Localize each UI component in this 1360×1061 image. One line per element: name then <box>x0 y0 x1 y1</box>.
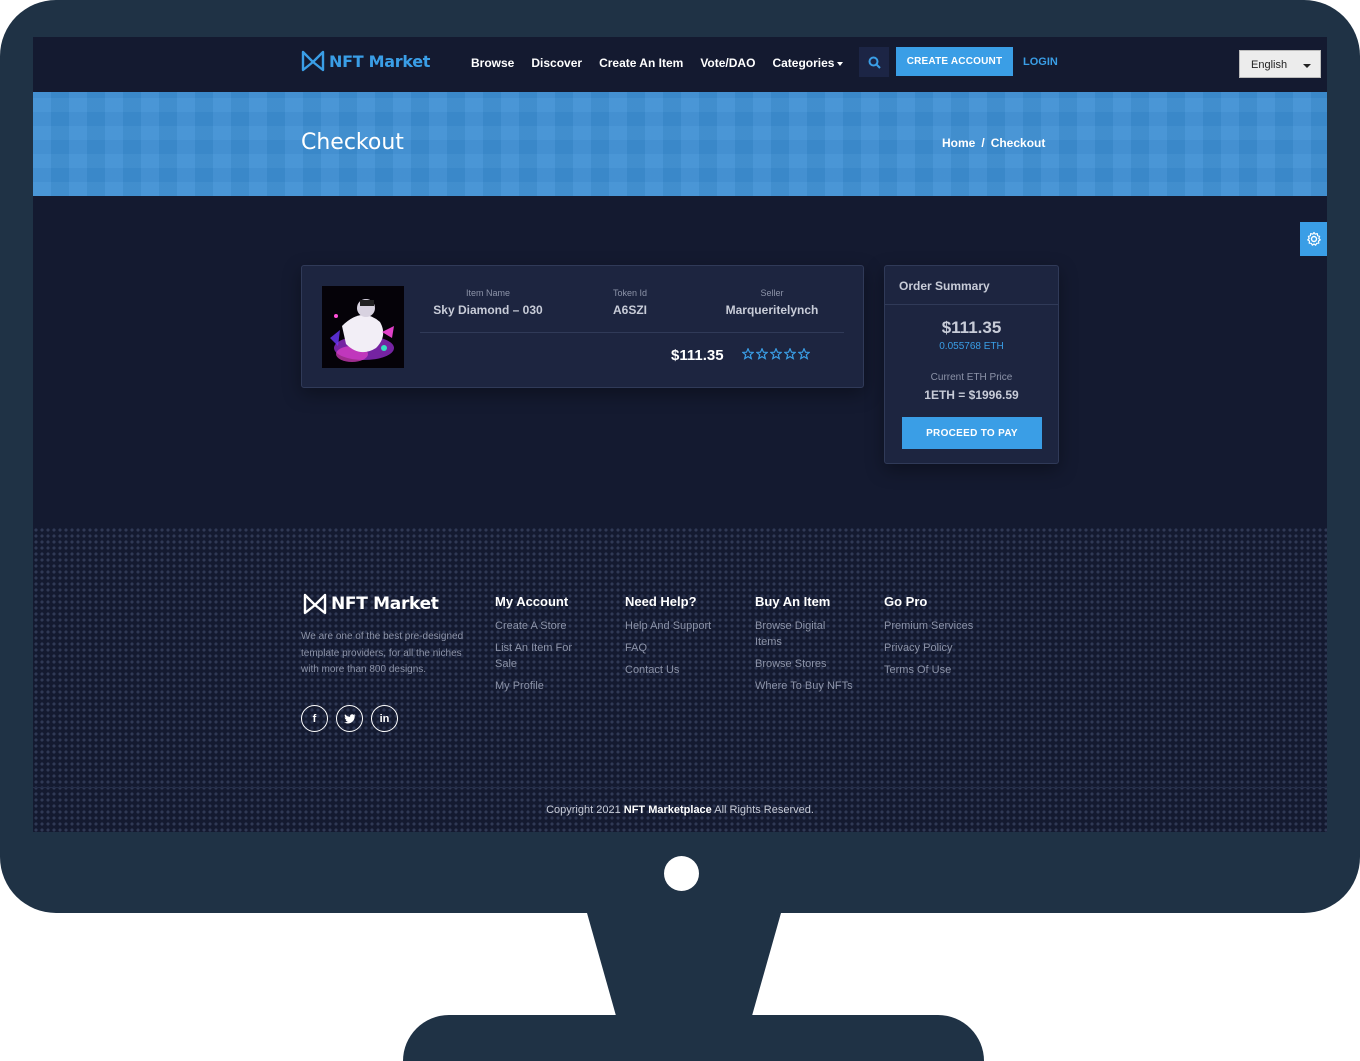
nft-artwork-image <box>322 286 404 368</box>
twitter-icon <box>343 713 355 723</box>
eth-rate: 1ETH = $1996.59 <box>924 388 1019 402</box>
token-id-column: Token Id A6SZI <box>590 288 670 317</box>
search-icon <box>868 56 881 69</box>
footer-link-my-profile[interactable]: My Profile <box>495 678 590 694</box>
monitor-stand-neck <box>587 913 781 1023</box>
caret-down-icon <box>837 61 844 66</box>
nav-browse[interactable]: Browse <box>471 56 514 70</box>
breadcrumb-home[interactable]: Home <box>942 136 975 150</box>
page-title: Checkout <box>301 130 404 155</box>
eth-price-label: Current ETH Price <box>930 372 1013 383</box>
rating-stars <box>742 348 810 360</box>
settings-button[interactable] <box>1300 222 1327 256</box>
item-name-value: Sky Diamond – 030 <box>433 303 543 317</box>
footer-divider <box>33 787 1327 788</box>
main-nav: Browse Discover Create An Item Vote/DAO … <box>471 56 844 70</box>
proceed-to-pay-button[interactable]: PROCEED TO PAY <box>902 417 1042 449</box>
footer-link-browse-stores[interactable]: Browse Stores <box>755 656 853 672</box>
copyright: Copyright 2021 NFT Marketplace All Right… <box>33 804 1327 816</box>
order-summary-title: Order Summary <box>885 266 1058 305</box>
footer-logo-text: NFT Market <box>331 594 439 614</box>
footer-link-premium[interactable]: Premium Services <box>884 618 973 634</box>
checkout-item-card: Item Name Sky Diamond – 030 Token Id A6S… <box>301 265 864 388</box>
language-select[interactable]: English <box>1239 50 1321 78</box>
star-icon <box>784 348 796 360</box>
logo-mark-icon <box>303 593 327 615</box>
seller-label: Seller <box>760 288 784 298</box>
seller-column: Seller Marqueritelynch <box>713 288 831 317</box>
linkedin-button[interactable]: in <box>371 705 398 732</box>
breadcrumb-current: Checkout <box>990 136 1046 150</box>
copyright-prefix: Copyright 2021 <box>546 804 621 816</box>
footer-link-list-item[interactable]: List An Item For Sale <box>495 640 590 672</box>
logo-mark-icon <box>301 50 325 72</box>
language-select-value: English <box>1251 59 1288 71</box>
nav-discover[interactable]: Discover <box>531 56 582 70</box>
order-summary-card: Order Summary $111.35 0.055768 ETH Curre… <box>884 265 1059 464</box>
monitor-power-indicator <box>664 856 699 891</box>
footer-link-contact[interactable]: Contact Us <box>625 662 711 678</box>
footer-link-faq[interactable]: FAQ <box>625 640 711 656</box>
footer-link-create-store[interactable]: Create A Store <box>495 618 590 634</box>
search-button[interactable] <box>859 47 889 77</box>
star-icon <box>770 348 782 360</box>
screen: NFT Market Browse Discover Create An Ite… <box>33 37 1327 832</box>
star-icon <box>798 348 810 360</box>
footer-column-need-help: Need Help? Help And Support FAQ Contact … <box>625 594 711 684</box>
footer-link-terms[interactable]: Terms Of Use <box>884 662 973 678</box>
copyright-suffix: All Rights Reserved. <box>714 804 814 816</box>
gear-icon <box>1306 231 1321 246</box>
item-name-label: Item Name <box>465 288 510 298</box>
site-header: NFT Market Browse Discover Create An Ite… <box>33 37 1327 92</box>
star-icon <box>756 348 768 360</box>
nav-vote-dao[interactable]: Vote/DAO <box>700 56 755 70</box>
item-thumbnail[interactable] <box>322 286 404 368</box>
linkedin-icon: in <box>379 712 390 725</box>
footer-link-privacy[interactable]: Privacy Policy <box>884 640 973 656</box>
footer-link-where-to-buy[interactable]: Where To Buy NFTs <box>755 678 853 694</box>
summary-eth-amount: 0.055768 ETH <box>939 341 1004 352</box>
footer-link-help-support[interactable]: Help And Support <box>625 618 711 634</box>
site-footer: NFT Market We are one of the best pre-de… <box>33 527 1327 832</box>
footer-logo[interactable]: NFT Market <box>303 593 439 615</box>
page-banner: Checkout Home / Checkout <box>33 92 1327 196</box>
seller-value[interactable]: Marqueritelynch <box>713 303 831 317</box>
token-id-label: Token Id <box>612 288 648 298</box>
footer-column-my-account: My Account Create A Store List An Item F… <box>495 594 590 700</box>
item-price: $111.35 <box>671 347 724 364</box>
create-account-button[interactable]: CREATE ACCOUNT <box>896 47 1013 76</box>
login-link[interactable]: LOGIN <box>1023 56 1058 68</box>
card-divider <box>420 332 844 333</box>
summary-price: $111.35 <box>941 318 1002 337</box>
token-id-value: A6SZI <box>612 303 647 317</box>
copyright-brand: NFT Marketplace <box>623 804 712 816</box>
social-links: f in <box>301 705 398 732</box>
nav-categories-label: Categories <box>772 56 835 70</box>
footer-about-text: We are one of the best pre-designed temp… <box>301 631 464 675</box>
monitor-stand-base <box>403 1015 984 1061</box>
footer-column-buy-item: Buy An Item Browse Digital Items Browse … <box>755 594 853 700</box>
facebook-button[interactable]: f <box>301 705 328 732</box>
breadcrumb: Home / Checkout <box>942 136 1045 150</box>
facebook-icon: f <box>312 712 317 725</box>
footer-column-title: Buy An Item <box>755 594 831 609</box>
logo-text: NFT Market <box>329 51 431 71</box>
nav-create-item[interactable]: Create An Item <box>599 56 683 70</box>
footer-column-title: Need Help? <box>625 594 697 609</box>
site-logo[interactable]: NFT Market <box>301 50 430 72</box>
item-name-column: Item Name Sky Diamond – 030 <box>428 288 548 317</box>
chevron-down-icon <box>1303 64 1311 68</box>
breadcrumb-separator: / <box>981 136 985 150</box>
footer-column-title: My Account <box>495 594 569 609</box>
footer-link-browse-digital[interactable]: Browse Digital Items <box>755 618 847 650</box>
footer-column-title: Go Pro <box>884 594 928 609</box>
nav-categories[interactable]: Categories <box>772 56 844 70</box>
footer-column-go-pro: Go Pro Premium Services Privacy Policy T… <box>884 594 973 684</box>
twitter-button[interactable] <box>336 705 363 732</box>
star-icon <box>742 348 754 360</box>
